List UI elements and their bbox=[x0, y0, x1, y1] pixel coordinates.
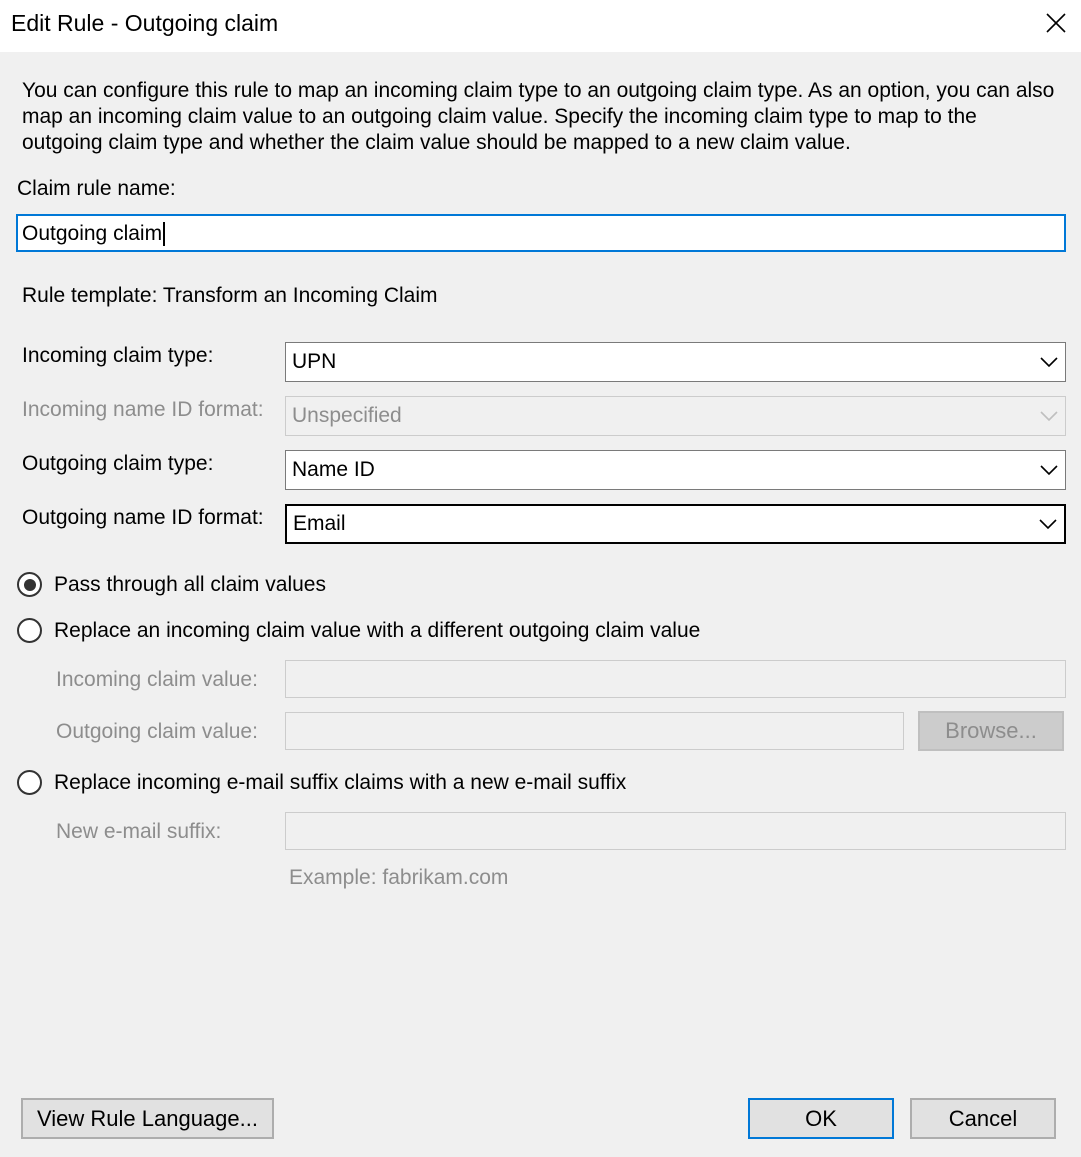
incoming-claim-type-value: UPN bbox=[292, 350, 337, 373]
incoming-name-id-format-value: Unspecified bbox=[292, 404, 402, 427]
text-caret bbox=[163, 222, 166, 247]
outgoing-name-id-format-select[interactable]: Email bbox=[285, 504, 1066, 544]
outgoing-claim-value-input bbox=[285, 712, 904, 750]
incoming-claim-value-input bbox=[285, 660, 1066, 698]
outgoing-name-id-format-value: Email bbox=[293, 512, 346, 535]
radio-unselected[interactable] bbox=[17, 618, 42, 643]
incoming-claim-type-select[interactable]: UPN bbox=[285, 342, 1066, 382]
new-suffix-input bbox=[285, 812, 1066, 850]
description-text: You can configure this rule to map an in… bbox=[22, 79, 1055, 154]
window-title: Edit Rule - Outgoing claim bbox=[11, 10, 279, 36]
cancel-button[interactable]: Cancel bbox=[910, 1098, 1056, 1139]
incoming-name-id-format-label: Incoming name ID format: bbox=[22, 398, 264, 421]
outgoing-name-id-format-label: Outgoing name ID format: bbox=[22, 506, 264, 529]
replace-suffix-label: Replace incoming e-mail suffix claims wi… bbox=[54, 770, 627, 794]
chevron-down-icon bbox=[1040, 357, 1058, 368]
outgoing-claim-type-select[interactable]: Name ID bbox=[285, 450, 1066, 490]
browse-button: Browse... bbox=[918, 711, 1064, 751]
ok-button[interactable]: OK bbox=[748, 1098, 894, 1139]
outgoing-claim-value-label: Outgoing claim value: bbox=[56, 720, 258, 743]
replace-value-label: Replace an incoming claim value with a d… bbox=[54, 618, 701, 642]
incoming-claim-type-label: Incoming claim type: bbox=[22, 344, 214, 367]
outgoing-claim-type-value: Name ID bbox=[292, 458, 375, 481]
pass-through-option[interactable]: Pass through all claim values bbox=[17, 572, 326, 597]
title-bar: Edit Rule - Outgoing claim bbox=[0, 0, 1081, 52]
replace-value-option[interactable]: Replace an incoming claim value with a d… bbox=[17, 618, 700, 643]
browse-label: Browse... bbox=[945, 718, 1037, 743]
rule-template-text: Rule template: Transform an Incoming Cla… bbox=[22, 284, 438, 307]
rule-name-label: Claim rule name: bbox=[17, 177, 176, 200]
pass-through-label: Pass through all claim values bbox=[54, 572, 326, 596]
chevron-down-icon bbox=[1040, 411, 1058, 422]
chevron-down-icon bbox=[1040, 465, 1058, 476]
radio-unselected[interactable] bbox=[17, 770, 42, 795]
radio-selected[interactable] bbox=[17, 572, 42, 597]
chevron-down-icon bbox=[1039, 519, 1057, 530]
replace-suffix-option[interactable]: Replace incoming e-mail suffix claims wi… bbox=[17, 770, 626, 795]
outgoing-claim-type-label: Outgoing claim type: bbox=[22, 452, 214, 475]
incoming-claim-value-label: Incoming claim value: bbox=[56, 668, 258, 691]
rule-name-value: Outgoing claim bbox=[22, 222, 163, 245]
new-suffix-label: New e-mail suffix: bbox=[56, 820, 222, 843]
cancel-label: Cancel bbox=[948, 1105, 1018, 1131]
rule-name-input[interactable]: Outgoing claim bbox=[16, 214, 1066, 252]
incoming-name-id-format-select: Unspecified bbox=[285, 396, 1066, 436]
close-button[interactable] bbox=[1031, 0, 1081, 46]
close-icon bbox=[1046, 13, 1066, 33]
view-rule-language-button[interactable]: View Rule Language... bbox=[21, 1098, 274, 1139]
view-rule-language-label: View Rule Language... bbox=[37, 1105, 258, 1131]
ok-label: OK bbox=[805, 1105, 837, 1131]
suffix-example-hint: Example: fabrikam.com bbox=[289, 866, 509, 889]
